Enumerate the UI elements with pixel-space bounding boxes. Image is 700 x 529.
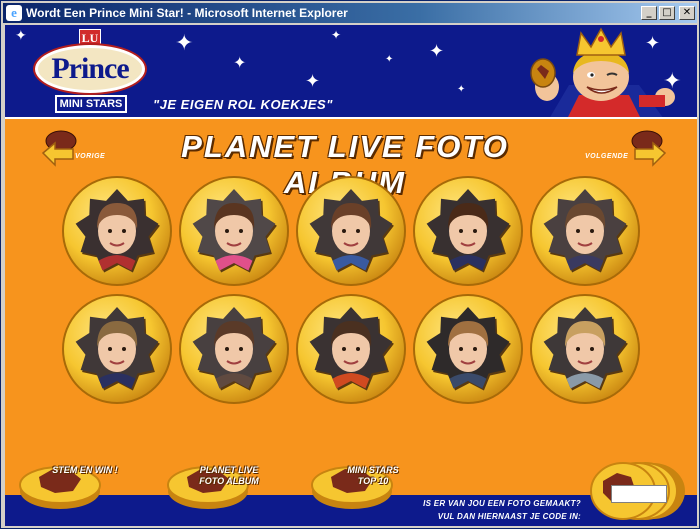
star-icon: ✦ — [331, 28, 342, 42]
star-icon: ✦ — [233, 53, 247, 72]
star-icon: ✦ — [15, 28, 27, 44]
album-photo[interactable] — [412, 175, 524, 287]
arrow-right-icon — [631, 130, 667, 167]
maximize-button[interactable]: □ — [659, 6, 675, 20]
header-banner: ✦ ✦ ✦ ✦ ✦ ✦ ✦ ✦ ✦ ✦ ✦ LU Prince MINI STA… — [5, 25, 697, 119]
planet-live-label-line1: PLANET LIVE — [199, 465, 259, 475]
album-photo[interactable] — [529, 175, 641, 287]
photo-frame-cookie — [62, 294, 172, 404]
planet-live-foto-album-button[interactable]: PLANET LIVE FOTO ALBUM — [163, 451, 273, 513]
code-question: IS ER VAN JOU EEN FOTO GEMAAKT? VUL DAN … — [405, 497, 581, 523]
mini-stars-top-10-button[interactable]: MINI STARS TOP 10 — [307, 451, 417, 513]
photo-frame-cookie — [413, 294, 523, 404]
mini-stars-top-label-line2: TOP 10 — [357, 476, 389, 486]
album-photo[interactable] — [61, 175, 173, 287]
star-icon: ✦ — [175, 31, 194, 56]
photo-frame-cookie — [296, 294, 406, 404]
album-photo[interactable] — [295, 293, 407, 405]
album-photo[interactable] — [412, 293, 524, 405]
previous-button[interactable]: VORIGE — [39, 129, 119, 169]
photo-frame-cookie — [179, 294, 289, 404]
next-label: VOLGENDE — [585, 153, 629, 160]
prince-wordmark: Prince — [35, 45, 145, 93]
photo-frame-cookie — [296, 176, 406, 286]
stem-en-win-label: STEM EN WIN ! — [52, 465, 118, 475]
planet-live-label: PLANET LIVE FOTO ALBUM — [193, 465, 265, 487]
cookie-icon — [19, 466, 101, 509]
photo-frame-cookie — [62, 176, 172, 286]
title-bar: e Wordt Een Prince Mini Star! - Microsof… — [3, 3, 697, 23]
mini-stars-top-label: MINI STARS TOP 10 — [337, 465, 409, 487]
arrow-left-icon — [41, 130, 77, 167]
mini-stars-top-label-line1: MINI STARS — [347, 465, 399, 475]
star-icon: ✦ — [305, 71, 321, 92]
code-input[interactable] — [611, 485, 667, 503]
album-photo[interactable] — [178, 293, 290, 405]
album-photo[interactable] — [529, 293, 641, 405]
minimize-button[interactable]: _ — [641, 6, 657, 20]
photo-frame-cookie — [530, 176, 640, 286]
internet-explorer-icon: e — [6, 5, 22, 21]
mini-stars-ribbon: MINI STARS — [55, 95, 127, 113]
planet-live-label-line2: FOTO ALBUM — [199, 476, 259, 486]
album-photo[interactable] — [61, 293, 173, 405]
close-button[interactable]: ✕ — [679, 6, 695, 20]
photo-frame-cookie — [530, 294, 640, 404]
prince-mini-stars-logo[interactable]: LU Prince MINI STARS — [29, 27, 151, 117]
star-icon: ✦ — [457, 84, 466, 95]
code-question-line1: IS ER VAN JOU EEN FOTO GEMAAKT? — [423, 499, 581, 508]
tagline: "JE EIGEN ROL KOEKJES" — [153, 97, 333, 112]
photo-frame-cookie — [179, 176, 289, 286]
star-icon: ✦ — [385, 54, 394, 65]
browser-window: e Wordt Een Prince Mini Star! - Microsof… — [0, 0, 700, 529]
previous-label: VORIGE — [75, 153, 106, 160]
code-question-line2: VUL DAN HIERNAAST JE CODE IN: — [437, 512, 581, 521]
photo-frame-cookie — [413, 176, 523, 286]
album-photo[interactable] — [295, 175, 407, 287]
album-photo[interactable] — [178, 175, 290, 287]
next-button[interactable]: VOLGENDE — [585, 129, 669, 169]
stem-en-win-button[interactable]: STEM EN WIN ! — [15, 451, 118, 513]
page-content: ✦ ✦ ✦ ✦ ✦ ✦ ✦ ✦ ✦ ✦ ✦ LU Prince MINI STA… — [5, 25, 697, 526]
star-icon: ✦ — [429, 41, 445, 62]
prince-mascot-illustration — [530, 27, 675, 117]
window-title: Wordt Een Prince Mini Star! - Microsoft … — [26, 6, 348, 20]
